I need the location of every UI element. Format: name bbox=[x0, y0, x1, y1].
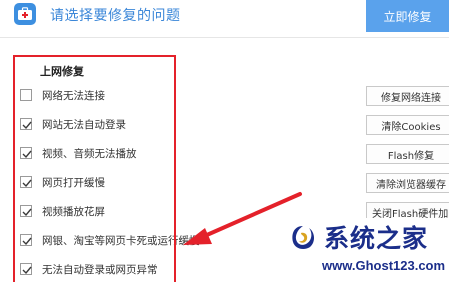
page-title: 请选择要修复的问题 bbox=[50, 8, 181, 24]
flash-repair-button[interactable]: Flash修复 bbox=[366, 144, 449, 164]
watermark-name: 系统之家 bbox=[324, 224, 429, 253]
header-divider bbox=[0, 37, 449, 38]
watermark: 系统之家 www.Ghost123.com bbox=[284, 218, 449, 282]
clear-browser-cache-button[interactable]: 清除浏览器缓存 bbox=[366, 173, 449, 193]
clear-cookies-button[interactable]: 清除Cookies bbox=[366, 115, 449, 135]
watermark-url: www.Ghost123.com bbox=[322, 258, 446, 273]
header: 请选择要修复的问题 立即修复 bbox=[0, 0, 449, 34]
repair-network-button[interactable]: 修复网络连接 bbox=[366, 86, 449, 106]
watermark-logo-icon bbox=[292, 226, 315, 250]
first-aid-kit-icon bbox=[14, 3, 36, 25]
repair-dialog: 请选择要修复的问题 立即修复 上网修复 网络无法连接 网站无法自动登录 视频、音… bbox=[0, 0, 449, 282]
highlight-frame bbox=[13, 55, 176, 282]
fix-now-button[interactable]: 立即修复 bbox=[366, 0, 449, 32]
